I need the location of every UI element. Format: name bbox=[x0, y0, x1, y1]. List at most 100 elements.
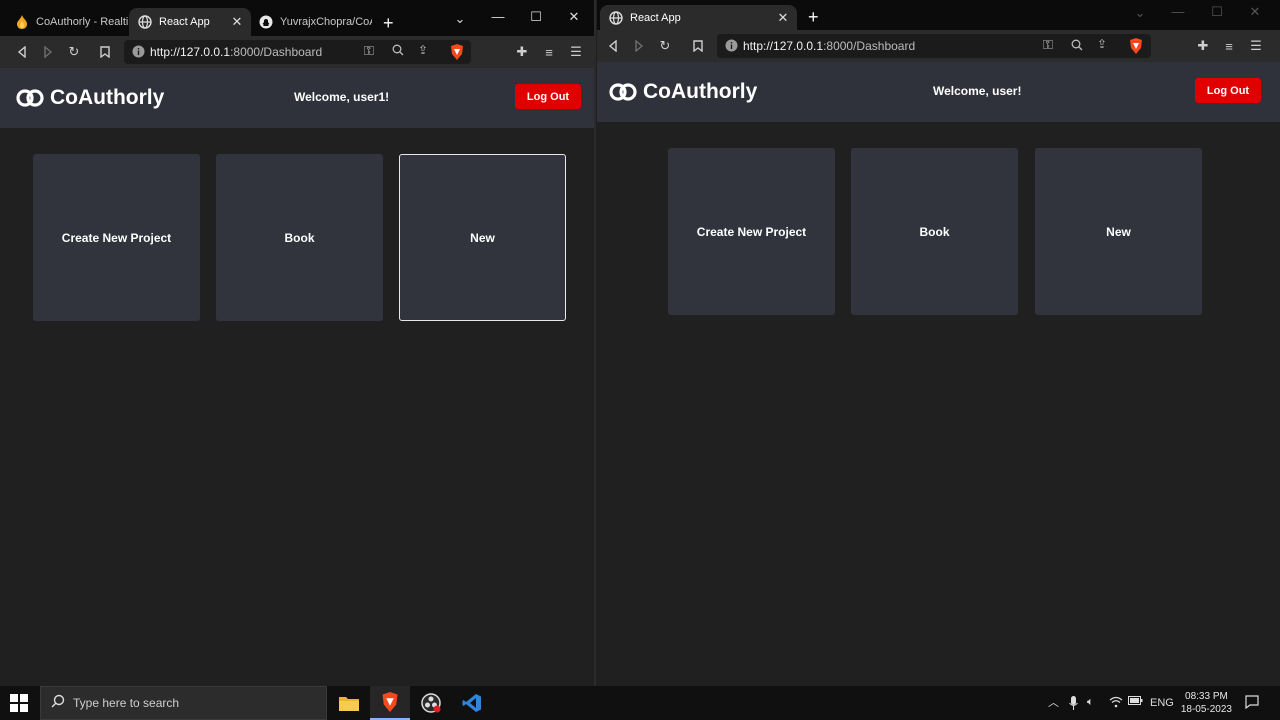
windows-start-icon[interactable] bbox=[10, 694, 28, 717]
browser-window-left: CoAuthorly - Realtim React App ✕ Yuvrajx… bbox=[0, 0, 596, 686]
file-explorer-icon[interactable] bbox=[329, 686, 369, 720]
site-info-icon[interactable] bbox=[132, 45, 145, 63]
tab-title: YuvrajxChopra/CoAu bbox=[280, 16, 372, 28]
app-logo[interactable]: CoAuthorly bbox=[609, 80, 757, 104]
welcome-text: Welcome, user! bbox=[933, 84, 1022, 98]
github-icon bbox=[258, 14, 274, 30]
app-page: CoAuthorly Welcome, user! Log Out Create… bbox=[597, 62, 1280, 686]
globe-icon bbox=[137, 14, 153, 30]
project-card-book[interactable]: Book bbox=[216, 154, 383, 321]
close-window-icon[interactable]: ✕ bbox=[1245, 4, 1265, 20]
maximize-icon[interactable]: ☐ bbox=[1207, 4, 1227, 20]
clock-date: 18-05-2023 bbox=[1180, 704, 1232, 715]
clock-time: 08:33 PM bbox=[1185, 691, 1228, 702]
browser-toolbar: ↻ http://127.0.0.1:8000/Dashboard ⚿ ⇪ ✚ … bbox=[0, 36, 594, 68]
share-icon[interactable]: ⇪ bbox=[1097, 37, 1107, 51]
new-tab-icon[interactable]: + bbox=[383, 14, 394, 32]
zoom-icon[interactable] bbox=[392, 44, 404, 59]
back-icon[interactable] bbox=[14, 44, 30, 60]
tab-react-app[interactable]: React App ✕ bbox=[600, 5, 797, 30]
app-brand: CoAuthorly bbox=[50, 86, 165, 109]
url-path: :8000/Dashboard bbox=[823, 39, 916, 53]
logout-button[interactable]: Log Out bbox=[515, 84, 581, 109]
vscode-icon[interactable] bbox=[452, 686, 492, 720]
menu-icon[interactable]: ☰ bbox=[568, 44, 584, 60]
extensions-icon[interactable]: ✚ bbox=[1195, 38, 1211, 54]
project-card-book[interactable]: Book bbox=[851, 148, 1018, 315]
chevron-down-icon[interactable]: ⌄ bbox=[450, 11, 470, 27]
project-card-new[interactable]: New bbox=[399, 154, 566, 321]
tab-title: React App bbox=[159, 16, 210, 28]
brave-icon[interactable] bbox=[370, 686, 410, 720]
app-logo[interactable]: CoAuthorly bbox=[16, 86, 164, 110]
logout-button[interactable]: Log Out bbox=[1195, 78, 1261, 103]
chevron-up-icon[interactable]: ︿ bbox=[1048, 694, 1059, 710]
reload-icon[interactable]: ↻ bbox=[66, 44, 82, 60]
playlist-icon[interactable]: ≡ bbox=[541, 44, 557, 60]
url-text: http://127.0.0.1:8000/Dashboard bbox=[743, 39, 915, 53]
infinity-logo-icon bbox=[16, 89, 44, 107]
windows-taskbar: Type here to search ︿ 🔈︎ ENG 08:33 PM 18… bbox=[0, 686, 1280, 720]
brave-shields-icon[interactable] bbox=[450, 44, 464, 65]
globe-icon bbox=[608, 10, 624, 26]
close-tab-icon[interactable]: ✕ bbox=[775, 10, 791, 26]
obs-icon[interactable] bbox=[411, 686, 451, 720]
chevron-down-icon[interactable]: ⌄ bbox=[1130, 5, 1150, 21]
flame-icon bbox=[14, 14, 30, 30]
key-icon[interactable]: ⚿ bbox=[364, 43, 374, 59]
playlist-icon[interactable]: ≡ bbox=[1221, 38, 1237, 54]
menu-icon[interactable]: ☰ bbox=[1248, 38, 1264, 54]
tab-title: React App bbox=[630, 11, 681, 24]
close-tab-icon[interactable]: ✕ bbox=[229, 14, 245, 30]
close-window-icon[interactable]: ✕ bbox=[564, 9, 584, 25]
back-icon[interactable] bbox=[605, 38, 621, 54]
tab-github[interactable]: YuvrajxChopra/CoAu bbox=[250, 8, 372, 36]
bookmark-icon[interactable] bbox=[97, 44, 113, 60]
tab-title: CoAuthorly - Realtim bbox=[36, 16, 128, 28]
welcome-text: Welcome, user1! bbox=[294, 90, 390, 104]
taskbar-clock[interactable]: 08:33 PM 18-05-2023 bbox=[1181, 690, 1232, 716]
zoom-icon[interactable] bbox=[1071, 38, 1083, 56]
brave-shields-icon[interactable] bbox=[1129, 38, 1143, 59]
browser-window-right: React App ✕ + ⌄ — ☐ ✕ ↻ http://127.0.0.1… bbox=[597, 0, 1280, 686]
battery-icon[interactable] bbox=[1128, 696, 1143, 708]
share-icon[interactable]: ⇪ bbox=[418, 43, 428, 57]
new-tab-icon[interactable]: + bbox=[808, 8, 819, 26]
browser-toolbar: ↻ http://127.0.0.1:8000/Dashboard ⚿ ⇪ ✚ … bbox=[597, 30, 1280, 62]
minimize-icon[interactable]: — bbox=[488, 9, 508, 24]
infinity-logo-icon bbox=[609, 83, 637, 101]
url-text: http://127.0.0.1:8000/Dashboard bbox=[150, 45, 322, 59]
minimize-icon[interactable]: — bbox=[1168, 4, 1188, 19]
tab-coauthorly[interactable]: CoAuthorly - Realtim bbox=[6, 8, 128, 36]
volume-icon[interactable]: 🔈︎ bbox=[1087, 696, 1094, 709]
reload-icon[interactable]: ↻ bbox=[657, 38, 673, 54]
search-icon bbox=[51, 694, 65, 713]
address-bar[interactable]: http://127.0.0.1:8000/Dashboard ⚿ ⇪ bbox=[717, 34, 1151, 58]
url-host: http://127.0.0.1 bbox=[743, 39, 824, 53]
project-card-new[interactable]: New bbox=[1035, 148, 1202, 315]
address-bar[interactable]: http://127.0.0.1:8000/Dashboard ⚿ ⇪ bbox=[124, 40, 471, 64]
forward-icon[interactable] bbox=[631, 38, 647, 54]
wifi-icon[interactable] bbox=[1109, 696, 1123, 711]
key-icon[interactable]: ⚿ bbox=[1043, 37, 1053, 53]
app-page: CoAuthorly Welcome, user1! Log Out Creat… bbox=[0, 68, 594, 686]
project-card-create[interactable]: Create New Project bbox=[668, 148, 835, 315]
url-path: :8000/Dashboard bbox=[230, 45, 323, 59]
extensions-icon[interactable]: ✚ bbox=[514, 44, 530, 60]
tab-strip: React App ✕ + ⌄ — ☐ ✕ bbox=[597, 0, 1280, 30]
search-placeholder: Type here to search bbox=[73, 696, 180, 710]
url-host: http://127.0.0.1 bbox=[150, 45, 231, 59]
tab-react-app[interactable]: React App ✕ bbox=[129, 8, 251, 36]
tab-strip: CoAuthorly - Realtim React App ✕ Yuvrajx… bbox=[0, 0, 594, 36]
app-navbar: CoAuthorly Welcome, user! Log Out bbox=[597, 62, 1280, 122]
taskbar-search[interactable]: Type here to search bbox=[40, 686, 327, 720]
forward-icon[interactable] bbox=[40, 44, 56, 60]
project-card-create[interactable]: Create New Project bbox=[33, 154, 200, 321]
language-indicator[interactable]: ENG bbox=[1150, 697, 1174, 709]
microphone-icon[interactable] bbox=[1069, 696, 1078, 713]
site-info-icon[interactable] bbox=[725, 39, 738, 57]
notifications-icon[interactable] bbox=[1245, 695, 1259, 712]
maximize-icon[interactable]: ☐ bbox=[526, 9, 546, 25]
app-navbar: CoAuthorly Welcome, user1! Log Out bbox=[0, 68, 594, 128]
bookmark-icon[interactable] bbox=[690, 38, 706, 54]
